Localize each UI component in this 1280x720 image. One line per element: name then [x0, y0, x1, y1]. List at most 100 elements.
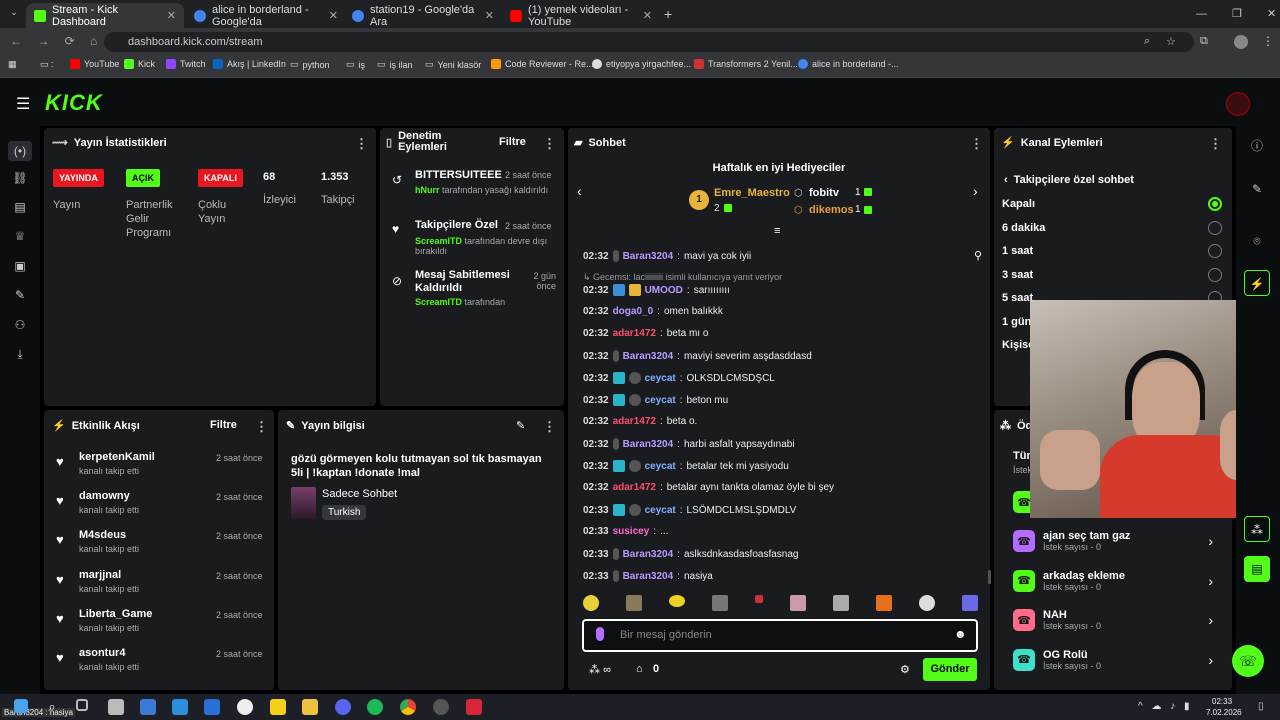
app-icon-6[interactable] [466, 699, 482, 715]
kick-logo[interactable]: KICK [45, 90, 103, 116]
search-icon[interactable]: ⌕ [44, 699, 60, 715]
message-user[interactable]: adar1472 [613, 416, 656, 427]
hamburger-menu-icon[interactable]: ☰ [16, 94, 30, 114]
wrench-icon[interactable]: ✎ [12, 288, 28, 304]
bookmark-youtube[interactable]: YouTube [70, 59, 119, 69]
emote-hand-icon[interactable] [919, 595, 935, 611]
bookmark-twitch[interactable]: Twitch [166, 59, 206, 69]
duration-option[interactable]: 5 saat [1002, 292, 1033, 304]
close-icon[interactable]: ✕ [485, 9, 494, 22]
emoji-icon[interactable]: ☻ [954, 627, 967, 641]
tab-station19[interactable]: station19 - Google'da Ara ✕ [344, 3, 502, 28]
vscode-icon[interactable] [172, 699, 188, 715]
send-button[interactable]: Gönder [923, 658, 977, 681]
windows-start-icon[interactable] [14, 699, 28, 713]
discord-icon[interactable] [335, 699, 351, 715]
radio-icon[interactable] [1208, 220, 1222, 235]
clapper-icon[interactable]: ▤ [1244, 556, 1270, 582]
chat-message[interactable]: 02:32 doga0_0: omen balıkkk [583, 306, 723, 317]
emote-cat-icon[interactable] [626, 595, 642, 611]
bolt-tool-icon[interactable]: ⚡ [1244, 270, 1270, 296]
channel-menu-icon[interactable]: ⋮ [1209, 136, 1222, 152]
media-icon[interactable]: ▣ [12, 259, 28, 275]
file-explorer-icon[interactable] [302, 699, 318, 715]
profile-avatar[interactable] [1234, 35, 1248, 49]
link-icon[interactable]: ⛓ [12, 171, 28, 187]
info-icon[interactable]: ⓘ [1244, 133, 1270, 159]
message-user[interactable]: ceycat [645, 395, 676, 406]
kick-points-icon[interactable]: ⁂ ∞ [589, 663, 611, 676]
app-icon-2[interactable] [140, 699, 156, 715]
sticky-notes-icon[interactable] [270, 699, 286, 715]
emote-small-icon[interactable] [755, 595, 763, 603]
chat-message[interactable]: 02:32 adar1472: betalar aynı tankta olamaz… [583, 482, 834, 493]
follower-name[interactable]: damowny [79, 490, 130, 502]
bookmark-alice[interactable]: alice in borderland -... [798, 59, 899, 69]
chat-settings-icon[interactable]: ⚙ [900, 663, 910, 676]
mod-menu-icon[interactable]: ⋮ [543, 136, 556, 152]
gifters-prev-button[interactable]: ‹ [577, 183, 582, 199]
message-user[interactable]: UMOOD [645, 285, 683, 296]
chat-scrollbar[interactable] [988, 570, 991, 584]
chat-message[interactable]: 02:32 ceycat: OLKSDLCMSDŞCL [583, 372, 775, 384]
points-tool-icon[interactable]: ⁂ [1244, 516, 1270, 542]
task-view-icon[interactable] [76, 699, 88, 711]
store-icon[interactable]: ⌂ [636, 663, 643, 675]
tab-kick-dashboard[interactable]: Stream - Kick Dashboard ✕ [26, 3, 184, 28]
chat-message[interactable]: 02:32 ceycat: beton mu [583, 394, 728, 406]
user-avatar[interactable] [1226, 92, 1250, 116]
collapse-gifters-icon[interactable]: ≡ [774, 225, 780, 237]
extensions-icon[interactable]: ⧉ [1200, 35, 1208, 48]
chat-message[interactable]: 02:33 Baran3204: nasiya [583, 570, 713, 582]
emote-bird-icon[interactable] [876, 595, 892, 611]
message-user[interactable]: ceycat [645, 373, 676, 384]
activity-menu-icon[interactable]: ⋮ [255, 419, 268, 435]
duration-option[interactable]: Kapalı [1002, 198, 1035, 210]
bookmark-transformers[interactable]: Transformers 2 Yenil... [694, 59, 798, 69]
chat-message[interactable]: 02:32 Baran3204: mavi ya cok iyii [583, 250, 751, 262]
edit-icon[interactable]: ✎ [516, 419, 525, 432]
bookmark-is[interactable]: ▭ iş [346, 59, 365, 70]
message-user[interactable]: ceycat [645, 505, 676, 516]
message-user[interactable]: adar1472 [613, 482, 656, 493]
gifters-next-button[interactable]: › [973, 183, 978, 199]
bookmark-kick[interactable]: Kick [124, 59, 155, 69]
tab-alice[interactable]: alice in borderland - Google'da ✕ [186, 3, 346, 28]
close-icon[interactable]: ✕ [643, 9, 652, 22]
bookmark-star-icon[interactable]: ☆ [1166, 35, 1176, 48]
duration-option[interactable]: 1 saat [1002, 245, 1033, 257]
bookmark-linkedin[interactable]: Akış | LinkedIn [213, 59, 286, 69]
app-icon-3[interactable] [204, 699, 220, 715]
chat-message[interactable]: 02:32 Baran3204: maviyi severim asşdasddas… [583, 350, 812, 362]
bookmark-is-ilan[interactable]: ▭ iş ilan [377, 59, 413, 70]
duration-option[interactable]: 1 gün [1002, 316, 1031, 328]
close-icon[interactable]: ✕ [329, 9, 338, 22]
bookmark-code-reviewer[interactable]: Code Reviewer - Re... [491, 59, 594, 69]
apps-icon[interactable]: ▦ [8, 59, 17, 70]
message-user[interactable]: Baran3204 [623, 351, 674, 362]
radio-icon[interactable] [1208, 244, 1222, 258]
info-menu-icon[interactable]: ⋮ [543, 419, 556, 435]
reward-item[interactable]: ☎ arkadaş ekleme İstek sayısı - 0 › [1013, 563, 1213, 599]
emote-cat2-icon[interactable] [962, 595, 978, 611]
emote-crab-icon[interactable] [833, 595, 849, 611]
bookmark-python[interactable]: ▭ python [290, 59, 330, 70]
close-icon[interactable]: ✕ [167, 9, 176, 22]
pin-icon[interactable]: ⚲ [974, 249, 982, 262]
message-user[interactable]: ceycat [645, 461, 676, 472]
stats-menu-icon[interactable]: ⋮ [355, 136, 368, 152]
camera-icon[interactable]: ⌾ [1244, 228, 1270, 254]
chat-message[interactable]: 02:32 UMOOD: sarıııııııı [583, 284, 730, 296]
stream-icon[interactable]: (•) [8, 141, 32, 161]
message-user[interactable]: susicey [613, 526, 650, 537]
emote-girl-icon[interactable] [790, 595, 806, 611]
activity-filter-button[interactable]: Filtre [210, 419, 237, 431]
chat-message[interactable]: 02:33 Baran3204: aslksdnkasdasfoasfasnag [583, 548, 798, 560]
duration-option[interactable]: 3 saat [1002, 269, 1033, 281]
emote-face-icon[interactable] [712, 595, 728, 611]
back-button[interactable]: ‹ Takipçilere özel sohbet [1004, 174, 1134, 186]
radio-selected-icon[interactable] [1208, 197, 1222, 211]
users-icon[interactable]: ⚇ [12, 318, 28, 334]
bookmark-etiyopya[interactable]: etiyopya yirgachfee... [592, 59, 691, 69]
message-user[interactable]: Baran3204 [623, 251, 674, 262]
